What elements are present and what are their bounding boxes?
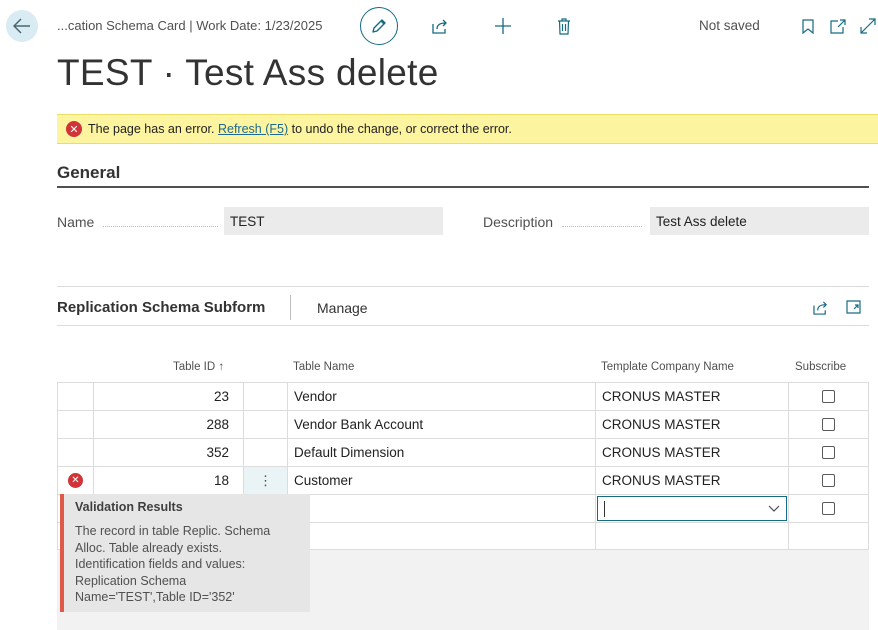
cell-template-company[interactable]: CRONUS MASTER [596, 411, 789, 439]
add-icon [495, 18, 511, 34]
expand-button[interactable] [859, 17, 877, 35]
cell-template-company[interactable]: CRONUS MASTER [596, 439, 789, 467]
back-button[interactable] [6, 10, 38, 42]
cell-subscribe [789, 439, 869, 467]
row-menu-cell[interactable] [244, 383, 288, 411]
cell-table-id[interactable]: 23 [94, 383, 244, 411]
row-menu-cell[interactable] [244, 439, 288, 467]
share-icon [813, 300, 828, 315]
col-header-table-name[interactable]: Table Name [293, 361, 354, 373]
cell-table-name[interactable]: Default Dimension [288, 439, 596, 467]
col-header-subscribe[interactable]: Subscribe [795, 361, 846, 373]
subscribe-checkbox[interactable] [822, 502, 835, 515]
row-menu-cell[interactable] [244, 411, 288, 439]
cell-subscribe [789, 495, 869, 523]
page-title: TEST · Test Ass delete [57, 52, 439, 93]
row-indicator[interactable] [58, 383, 94, 411]
delete-button[interactable] [554, 16, 574, 36]
cell-template-company[interactable]: CRONUS MASTER [596, 467, 789, 495]
error-text-before: The page has an error. [88, 122, 215, 136]
name-field[interactable]: TEST [224, 207, 443, 235]
subscribe-checkbox[interactable] [822, 446, 835, 459]
row-indicator[interactable] [58, 439, 94, 467]
cell-table-name[interactable]: Vendor Bank Account [288, 411, 596, 439]
subscribe-checkbox[interactable] [822, 418, 835, 431]
new-button[interactable] [493, 16, 513, 36]
save-status: Not saved [699, 18, 760, 33]
manage-tab[interactable]: Manage [317, 300, 368, 316]
cell-template-company[interactable] [596, 523, 789, 550]
validation-results-popup: Validation Results The record in table R… [60, 494, 310, 612]
cell-table-name[interactable] [288, 495, 596, 523]
error-banner: ✕ The page has an error. Refresh (F5) to… [57, 114, 878, 144]
section-divider [57, 186, 869, 188]
refresh-link[interactable]: Refresh (F5) [218, 122, 288, 136]
cell-subscribe [789, 467, 869, 495]
chevron-down-icon [768, 505, 780, 512]
share-icon [431, 19, 447, 34]
row-action-menu-button[interactable]: ⋮ [244, 467, 288, 495]
name-leader-dots [103, 226, 218, 227]
expand-icon [860, 18, 876, 34]
subform-top-divider [57, 286, 869, 287]
cell-table-id[interactable]: 352 [94, 439, 244, 467]
row-indicator-error[interactable]: ✕ [58, 467, 94, 495]
cell-table-name[interactable]: Customer [288, 467, 596, 495]
edit-pencil-icon [372, 19, 386, 33]
back-arrow-icon [13, 18, 30, 34]
cell-table-id[interactable]: 288 [94, 411, 244, 439]
delete-icon [558, 17, 570, 35]
template-company-dropdown[interactable] [597, 496, 787, 521]
general-section-title[interactable]: General [57, 163, 120, 183]
subscribe-checkbox[interactable] [822, 390, 835, 403]
cell-subscribe [789, 411, 869, 439]
open-new-window-icon [830, 18, 846, 34]
subscribe-checkbox[interactable] [822, 474, 835, 487]
subform-share-button[interactable] [812, 298, 830, 316]
validation-message: The record in table Replic. Schema Alloc… [75, 524, 271, 604]
error-icon: ✕ [66, 121, 82, 137]
expand-box-icon [845, 300, 861, 314]
row-error-icon[interactable]: ✕ [68, 473, 83, 488]
description-label: Description [483, 214, 554, 230]
text-cursor [604, 500, 605, 517]
subform-title[interactable]: Replication Schema Subform [57, 299, 265, 316]
row-indicator[interactable] [58, 411, 94, 439]
cell-table-id[interactable]: 18 [94, 467, 244, 495]
cell-template-company[interactable]: CRONUS MASTER [596, 383, 789, 411]
subform-bottom-divider [57, 325, 869, 326]
cell-subscribe[interactable] [789, 523, 869, 550]
cell-table-name[interactable] [288, 523, 596, 550]
subform-expand-button[interactable] [844, 298, 862, 316]
name-label: Name [57, 214, 95, 230]
col-header-template-company[interactable]: Template Company Name [601, 361, 734, 373]
description-leader-dots [562, 226, 642, 227]
cell-template-company [596, 495, 789, 523]
error-text-after: to undo the change, or correct the error… [291, 122, 512, 136]
open-new-window-button[interactable] [829, 17, 847, 35]
col-header-table-id[interactable]: Table ID ↑ [173, 361, 224, 373]
bookmark-button[interactable] [800, 17, 816, 35]
description-field[interactable]: Test Ass delete [650, 207, 869, 235]
edit-button[interactable] [360, 7, 398, 45]
validation-title: Validation Results [75, 500, 183, 514]
cell-subscribe [789, 383, 869, 411]
cell-table-name[interactable]: Vendor [288, 383, 596, 411]
subform-separator [290, 295, 291, 320]
share-button[interactable] [430, 16, 450, 36]
breadcrumb: ...cation Schema Card | Work Date: 1/23/… [57, 18, 323, 33]
bookmark-icon [802, 18, 814, 34]
